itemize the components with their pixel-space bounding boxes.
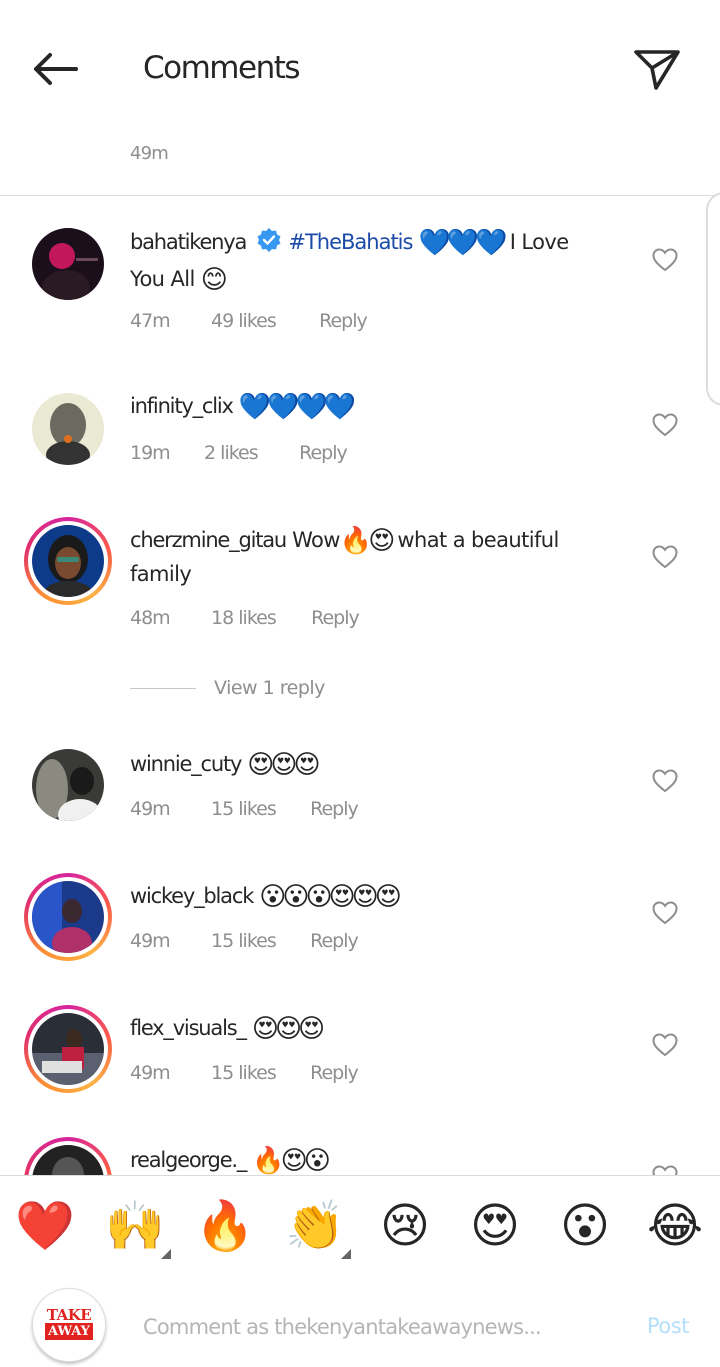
hashtag-link[interactable]: #TheBahatis bbox=[288, 230, 413, 254]
story-ring-avatar[interactable] bbox=[24, 517, 112, 605]
comments-list[interactable]: 49m bahatikenya #TheBahatis 💙💙💙 I Love Y… bbox=[0, 138, 720, 1175]
like-heart-icon[interactable] bbox=[652, 413, 678, 437]
comment-text: wickey_black 😮😮😮😍😍😍 bbox=[130, 880, 600, 914]
like-heart-icon[interactable] bbox=[652, 545, 678, 569]
like-heart-icon[interactable] bbox=[652, 769, 678, 793]
user-avatar: TAKE AWAY bbox=[32, 1288, 106, 1362]
smile-emoji: 😊 bbox=[200, 265, 228, 295]
surprised-heart-eyes-emoji: 😮😮😮😍😍😍 bbox=[259, 882, 402, 912]
verified-badge-icon bbox=[256, 227, 282, 263]
story-ring-avatar[interactable] bbox=[24, 873, 112, 961]
reaction-crying-face[interactable]: 😢 bbox=[375, 1196, 435, 1256]
reaction-heart-eyes[interactable]: 😍 bbox=[465, 1196, 525, 1256]
comment-text: cherzmine_gitau Wow🔥😍 what a beautiful f… bbox=[130, 524, 600, 591]
avatar[interactable] bbox=[32, 393, 104, 465]
comment-body: what a beautiful bbox=[391, 528, 559, 552]
like-heart-icon[interactable] bbox=[652, 248, 678, 272]
reaction-red-heart[interactable]: ❤️ bbox=[15, 1196, 75, 1256]
quick-reaction-bar: ❤️ 🙌 🔥 👏 😢 😍 😮 😂 bbox=[0, 1175, 720, 1275]
comment-text: realgeorge._ 🔥😍😮 bbox=[130, 1144, 600, 1175]
share-icon[interactable] bbox=[632, 44, 682, 94]
comment-time: 49m bbox=[130, 798, 171, 820]
blue-heart-emoji: 💙💙💙 bbox=[418, 228, 508, 258]
reaction-clapping-hands[interactable]: 👏 bbox=[285, 1196, 345, 1256]
likes-count[interactable]: 15 likes bbox=[211, 930, 305, 952]
reply-button[interactable]: Reply bbox=[299, 442, 348, 464]
avatar[interactable] bbox=[32, 228, 104, 300]
comment-username[interactable]: bahatikenya bbox=[130, 230, 247, 254]
avatar[interactable] bbox=[32, 749, 104, 821]
comment-time: 47m bbox=[130, 310, 171, 332]
story-ring-avatar[interactable] bbox=[24, 1137, 112, 1175]
comment-text: flex_visuals_ 😍😍😍 bbox=[130, 1012, 600, 1046]
reaction-tears-of-joy[interactable]: 😂 bbox=[645, 1196, 705, 1256]
comment-body: You All bbox=[130, 267, 201, 291]
reaction-fire[interactable]: 🔥 bbox=[195, 1196, 255, 1256]
avatar bbox=[32, 1013, 104, 1085]
reaction-surprised-face[interactable]: 😮 bbox=[555, 1196, 615, 1256]
comment-time: 48m bbox=[130, 607, 171, 629]
fire-heart-eyes-emoji: 🔥😍 bbox=[339, 526, 396, 556]
logo-text-bottom: AWAY bbox=[45, 1323, 93, 1340]
divider bbox=[0, 195, 720, 196]
heart-eyes-emoji: 😍😍😍 bbox=[251, 1014, 325, 1044]
reply-button[interactable]: Reply bbox=[311, 607, 360, 629]
comment-username[interactable]: winnie_cuty bbox=[130, 752, 242, 776]
story-ring-avatar[interactable] bbox=[24, 1005, 112, 1093]
logo-text-top: TAKE bbox=[46, 1306, 92, 1324]
comment-meta: 48m 18 likes Reply bbox=[130, 607, 360, 629]
reply-button[interactable]: Reply bbox=[310, 930, 359, 952]
back-arrow-icon[interactable] bbox=[28, 46, 84, 92]
comment-text: winnie_cuty 😍😍😍 bbox=[130, 748, 600, 782]
comment-body: family bbox=[130, 562, 192, 586]
like-heart-icon[interactable] bbox=[652, 1033, 678, 1057]
likes-count[interactable]: 15 likes bbox=[211, 798, 305, 820]
skin-tone-indicator bbox=[341, 1249, 351, 1259]
reply-button[interactable]: Reply bbox=[310, 1062, 359, 1084]
heart-eyes-emoji: 😍😍😍 bbox=[247, 750, 320, 780]
scroll-handle[interactable] bbox=[706, 192, 720, 406]
reply-button[interactable]: Reply bbox=[319, 310, 368, 332]
comment-text: bahatikenya #TheBahatis 💙💙💙 I Love You A… bbox=[130, 226, 600, 297]
likes-count[interactable]: 15 likes bbox=[211, 1062, 305, 1084]
comment-meta: 49m 15 likes Reply bbox=[130, 930, 359, 952]
likes-count[interactable]: 49 likes bbox=[211, 310, 314, 332]
page-title: Comments bbox=[143, 50, 301, 86]
likes-count[interactable]: 2 likes bbox=[204, 442, 294, 464]
comment-text: infinity_clix 💙💙💙💙 bbox=[130, 390, 600, 424]
comment-body: Wow bbox=[286, 528, 340, 552]
comment-username[interactable]: wickey_black bbox=[130, 884, 254, 908]
view-replies-label[interactable]: View 1 reply bbox=[214, 677, 325, 699]
reaction-raised-hands[interactable]: 🙌 bbox=[105, 1196, 165, 1256]
fire-heart-eyes-surprised-emoji: 🔥😍😮 bbox=[252, 1146, 331, 1175]
post-button[interactable]: Post bbox=[647, 1314, 689, 1338]
comment-time: 19m bbox=[130, 442, 171, 464]
comment-meta: 49m 15 likes Reply bbox=[130, 1062, 359, 1084]
comment-username[interactable]: flex_visuals_ bbox=[130, 1016, 247, 1040]
comment-meta: 47m 49 likes Reply bbox=[130, 310, 368, 332]
comment-body: I Love bbox=[503, 230, 569, 254]
comment-username[interactable]: infinity_clix bbox=[130, 394, 234, 418]
comment-time: 49m bbox=[130, 930, 171, 952]
like-heart-icon[interactable] bbox=[652, 1165, 678, 1175]
comment-composer: TAKE AWAY Post bbox=[0, 1274, 720, 1367]
header-bar: Comments bbox=[0, 0, 720, 138]
caption-timestamp: 49m bbox=[130, 143, 169, 164]
comment-meta: 19m 2 likes Reply bbox=[130, 442, 348, 464]
skin-tone-indicator bbox=[161, 1249, 171, 1259]
blue-heart-emoji: 💙💙💙💙 bbox=[238, 392, 356, 422]
comment-username[interactable]: cherzmine_gitau bbox=[130, 528, 287, 552]
avatar bbox=[32, 881, 104, 953]
divider bbox=[130, 688, 196, 689]
like-heart-icon[interactable] bbox=[652, 901, 678, 925]
comment-meta: 49m 15 likes Reply bbox=[130, 798, 359, 820]
reply-button[interactable]: Reply bbox=[310, 798, 359, 820]
comment-input[interactable] bbox=[143, 1310, 623, 1344]
likes-count[interactable]: 18 likes bbox=[211, 607, 306, 629]
comment-username[interactable]: realgeorge._ bbox=[130, 1148, 247, 1172]
comment-time: 49m bbox=[130, 1062, 171, 1084]
avatar bbox=[32, 525, 104, 597]
